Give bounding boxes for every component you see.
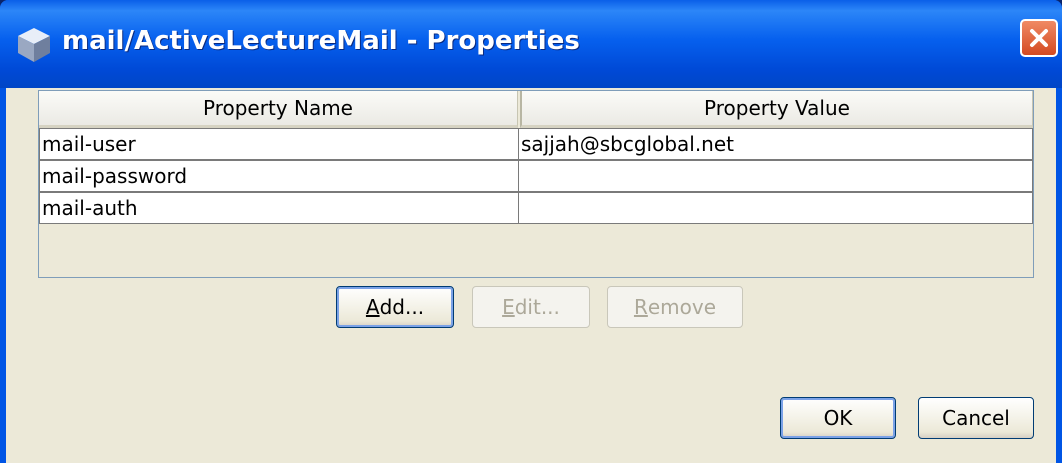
cube-icon <box>18 28 50 62</box>
add-button[interactable]: Add... <box>336 286 454 328</box>
property-value-cell[interactable] <box>518 160 1033 192</box>
dialog-body: Property Name Property Value mail-user s… <box>6 88 1056 463</box>
edit-button[interactable]: Edit... <box>472 286 590 328</box>
title-bar[interactable]: mail/ActiveLectureMail - Properties <box>0 0 1062 88</box>
table-row[interactable]: mail-auth <box>39 192 1033 224</box>
property-name-cell[interactable]: mail-user <box>39 128 519 160</box>
properties-dialog: mail/ActiveLectureMail - Properties Prop… <box>0 0 1062 463</box>
remove-label: emove <box>647 295 717 319</box>
property-value-cell[interactable] <box>518 192 1033 224</box>
add-label: dd... <box>379 295 425 319</box>
close-button[interactable] <box>1020 19 1058 57</box>
table-row[interactable]: mail-password <box>39 160 1033 192</box>
property-value-cell[interactable]: sajjah@sbcglobal.net <box>518 128 1033 160</box>
edit-label: dit... <box>514 295 560 319</box>
properties-table[interactable]: Property Name Property Value mail-user s… <box>38 90 1034 278</box>
ok-button[interactable]: OK <box>780 397 896 439</box>
property-name-cell[interactable]: mail-password <box>39 160 519 192</box>
remove-button[interactable]: Remove <box>607 286 743 328</box>
cancel-button[interactable]: Cancel <box>918 397 1034 439</box>
remove-mnemonic: R <box>633 295 648 319</box>
column-header-property-value[interactable]: Property Value <box>520 91 1033 128</box>
window-title: mail/ActiveLectureMail - Properties <box>62 26 580 56</box>
column-header-property-name[interactable]: Property Name <box>39 91 518 128</box>
add-mnemonic: A <box>365 295 380 319</box>
edit-mnemonic: E <box>502 295 515 319</box>
table-row[interactable]: mail-user sajjah@sbcglobal.net <box>39 128 1033 160</box>
property-name-cell[interactable]: mail-auth <box>39 192 519 224</box>
close-icon <box>1030 29 1048 47</box>
